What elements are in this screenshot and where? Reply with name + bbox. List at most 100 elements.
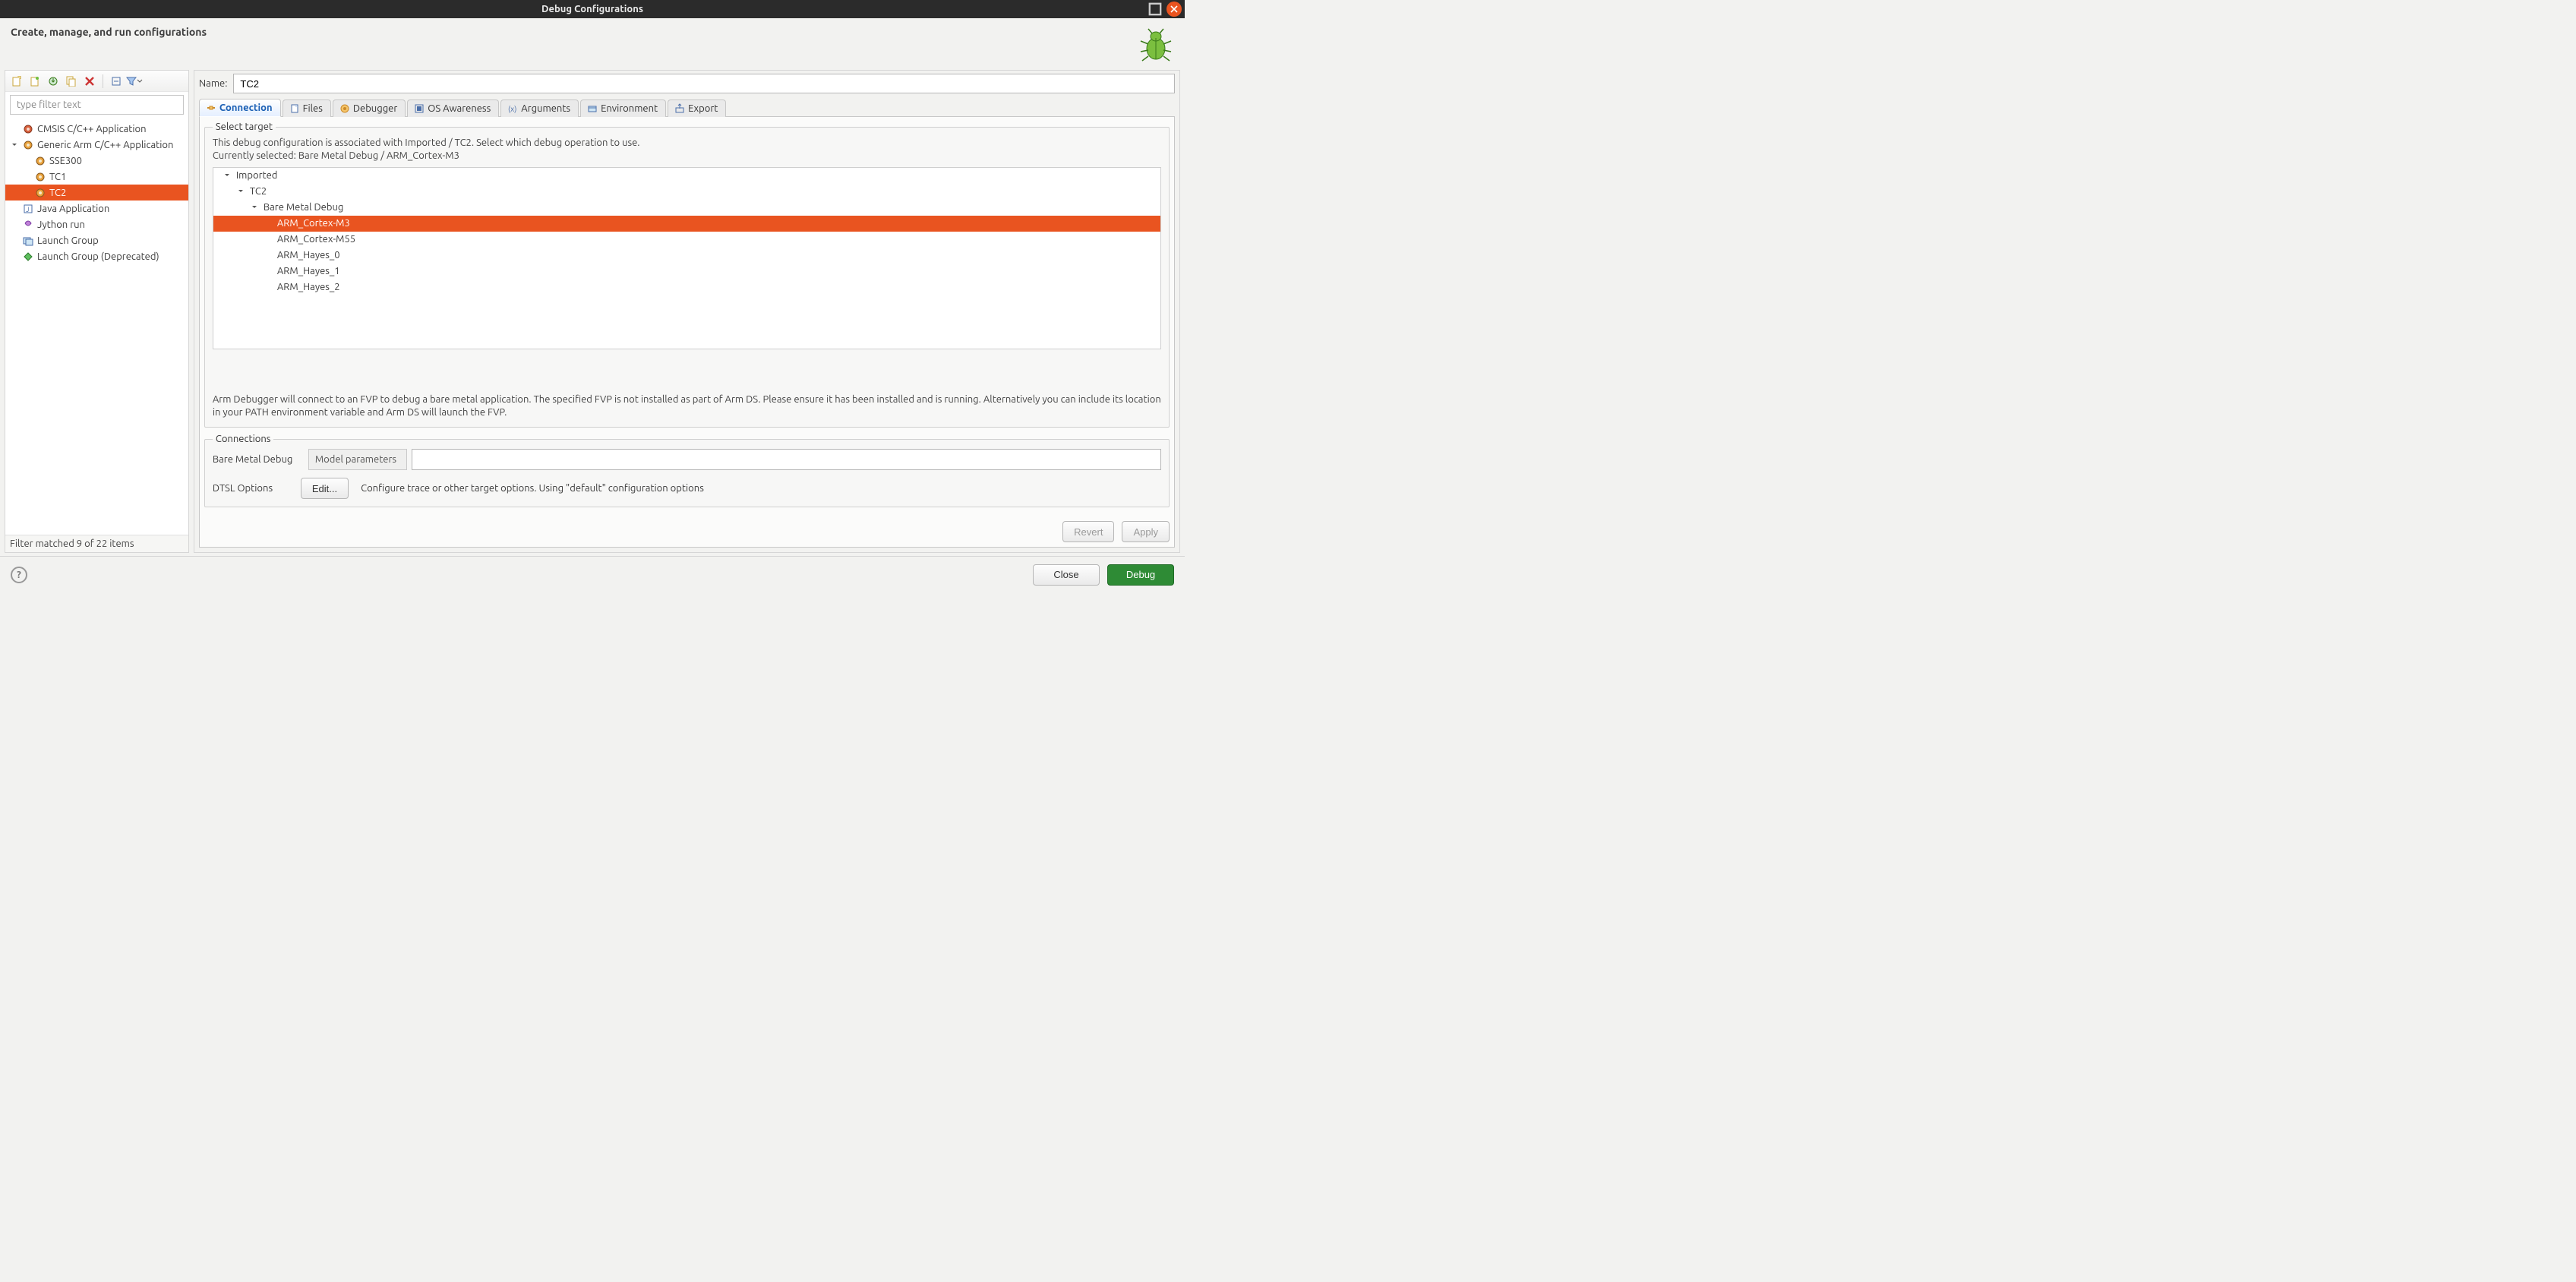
apply-button[interactable]: Apply (1122, 521, 1170, 542)
tab-debugger[interactable]: Debugger (333, 99, 406, 117)
select-target-desc: This debug configuration is associated w… (213, 137, 1161, 163)
tab-icon (414, 103, 425, 114)
dtsl-edit-button[interactable]: Edit... (301, 478, 349, 499)
tab-connection[interactable]: Connection (199, 99, 281, 117)
config-tree-item[interactable]: Launch Group (5, 232, 188, 248)
filter-status: Filter matched 9 of 22 items (5, 535, 188, 552)
configurations-pane: type filter text CMSIS C/C++ Application… (5, 70, 189, 553)
select-target-desc-line1: This debug configuration is associated w… (213, 137, 1161, 150)
filter-button[interactable] (126, 73, 143, 90)
target-label: ARM_Cortex-M55 (277, 234, 355, 245)
target-tree-item[interactable]: ARM_Cortex-M3 (213, 216, 1160, 232)
expander-icon[interactable] (250, 204, 259, 210)
debug-button[interactable]: Debug (1107, 564, 1174, 586)
target-tree-item[interactable]: Imported (213, 168, 1160, 184)
tab-label: Connection (219, 103, 273, 113)
select-target-group: Select target This debug configuration i… (204, 122, 1170, 428)
tabbar: Connection Files Debugger OS Awareness (x) Ar… (199, 98, 1175, 117)
config-label: Launch Group (37, 235, 99, 246)
target-tree[interactable]: Imported TC2 Bare Metal Debug ARM_Cortex-M3… (213, 167, 1161, 349)
config-icon (34, 155, 46, 167)
maximize-button[interactable] (1148, 2, 1162, 16)
revert-button[interactable]: Revert (1062, 521, 1114, 542)
config-icon: J (22, 203, 34, 215)
tab-content-connection: Select target This debug configuration i… (199, 117, 1175, 548)
export-button[interactable] (45, 73, 62, 90)
target-tree-item[interactable]: ARM_Hayes_1 (213, 264, 1160, 279)
dtsl-label: DTSL Options (213, 483, 289, 494)
target-tree-item[interactable]: TC2 (213, 184, 1160, 200)
config-icon (34, 187, 46, 199)
tab-label: Debugger (353, 103, 397, 114)
config-tree-item[interactable]: Jython run (5, 216, 188, 232)
target-tree-item[interactable]: ARM_Hayes_0 (213, 248, 1160, 264)
config-icon (22, 219, 34, 231)
dtsl-note: Configure trace or other target options.… (361, 483, 704, 494)
target-tree-item[interactable]: ARM_Hayes_2 (213, 279, 1160, 295)
window-controls (1148, 2, 1182, 17)
tab-label: Export (688, 103, 718, 114)
svg-text:J: J (26, 206, 29, 213)
config-tree-item[interactable]: CMSIS C/C++ Application (5, 121, 188, 137)
config-label: CMSIS C/C++ Application (37, 124, 147, 134)
close-window-button[interactable] (1166, 2, 1182, 17)
collapse-all-button[interactable] (108, 73, 125, 90)
config-label: TC2 (49, 188, 66, 198)
filter-input[interactable]: type filter text (10, 95, 184, 115)
config-tree-item[interactable]: TC2 (5, 185, 188, 201)
config-icon (34, 171, 46, 183)
config-icon (22, 123, 34, 135)
dtsl-options-row: DTSL Options Edit... Configure trace or … (213, 478, 1161, 499)
target-tree-item[interactable]: Bare Metal Debug (213, 200, 1160, 216)
select-target-note: Arm Debugger will connect to an FVP to d… (213, 393, 1161, 419)
bottom-bar: ? Close Debug (0, 556, 1185, 592)
config-tree-item[interactable]: J Java Application (5, 201, 188, 216)
model-parameters-input[interactable] (412, 449, 1161, 470)
target-label: Bare Metal Debug (264, 202, 343, 213)
name-label: Name: (199, 78, 228, 89)
close-button[interactable]: Close (1033, 564, 1100, 586)
tab-label: Arguments (521, 103, 570, 114)
tab-arguments[interactable]: (x) Arguments (500, 99, 579, 117)
expander-icon[interactable] (223, 172, 232, 178)
target-tree-item[interactable]: ARM_Cortex-M55 (213, 232, 1160, 248)
svg-text:(x): (x) (508, 105, 516, 113)
tab-icon (587, 103, 598, 114)
tab-os-awareness[interactable]: OS Awareness (407, 99, 499, 117)
config-label: Java Application (37, 204, 109, 214)
configuration-editor: Name: Connection Files Debugger OS Awarenes… (194, 70, 1180, 553)
tab-files[interactable]: Files (283, 99, 331, 117)
help-button[interactable]: ? (11, 567, 27, 583)
config-icon (22, 139, 34, 151)
target-label: ARM_Hayes_0 (277, 250, 340, 261)
config-label: TC1 (49, 172, 66, 182)
tab-environment[interactable]: Environment (580, 99, 666, 117)
config-icon (22, 251, 34, 263)
tab-label: OS Awareness (428, 103, 491, 114)
new-prototype-button[interactable] (27, 73, 43, 90)
dialog-header: Create, manage, and run configurations (0, 18, 1185, 68)
tab-icon (289, 103, 300, 114)
config-tree[interactable]: CMSIS C/C++ Application Generic Arm C/C++… (5, 118, 188, 535)
config-tree-item[interactable]: TC1 (5, 169, 188, 185)
tab-export[interactable]: Export (668, 99, 726, 117)
expander-icon[interactable] (236, 188, 245, 194)
config-tree-item[interactable]: Generic Arm C/C++ Application (5, 137, 188, 153)
expander-icon[interactable] (10, 142, 19, 148)
target-label: TC2 (250, 186, 267, 197)
target-label: Imported (236, 170, 278, 181)
delete-button[interactable] (81, 73, 98, 90)
config-tree-item[interactable]: SSE300 (5, 153, 188, 169)
debug-bug-icon (1138, 26, 1174, 62)
tab-label: Environment (601, 103, 658, 114)
tab-icon: (x) (507, 103, 518, 114)
select-target-spacer (213, 349, 1161, 387)
config-tree-item[interactable]: Launch Group (Deprecated) (5, 248, 188, 264)
config-label: Launch Group (Deprecated) (37, 251, 159, 262)
new-config-button[interactable] (8, 73, 25, 90)
duplicate-button[interactable] (63, 73, 80, 90)
name-input[interactable] (233, 74, 1175, 93)
bare-metal-debug-label: Bare Metal Debug (213, 454, 304, 465)
window-title: Debug Configurations (541, 4, 643, 14)
tab-icon (339, 103, 350, 114)
